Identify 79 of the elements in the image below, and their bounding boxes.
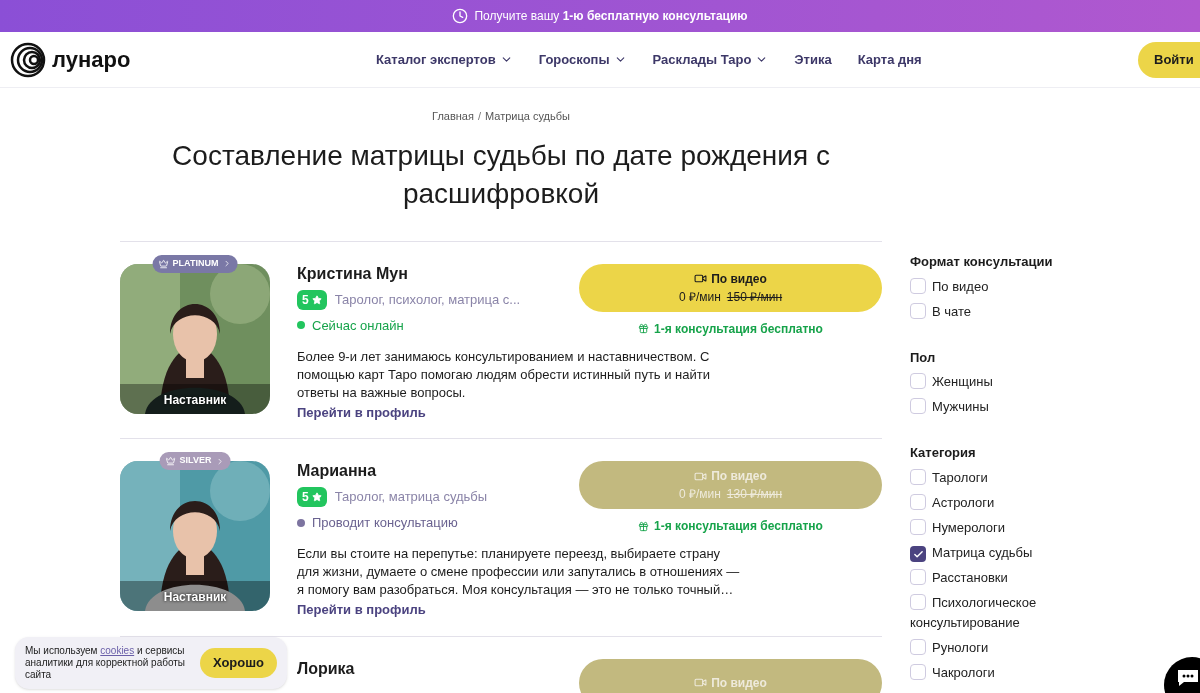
video-call-button[interactable]: По видео 0 ₽/мин 150 ₽/мин [579, 263, 882, 312]
logo-icon [10, 41, 46, 78]
video-icon [694, 272, 708, 285]
filter-option[interactable]: Тарологи [910, 467, 1110, 488]
chevron-right-icon [215, 456, 225, 466]
filter-option[interactable]: В чате [910, 301, 1110, 322]
filter-option[interactable]: По видео [910, 276, 1110, 297]
cookies-link[interactable]: cookies [100, 645, 135, 656]
expert-description: Более 9-и лет занимаюсь консультированием и наставничеством. С помощью карт Таро помогаю людям обрести истинный путь и найти ответы на важные вопросы. [297, 347, 711, 402]
checkbox[interactable] [910, 518, 926, 535]
expert-name: Кристина Мун [297, 263, 409, 284]
cookie-text: Мы используем cookies и сервисы аналитики для корректной работы сайта [25, 645, 187, 681]
checkbox[interactable] [910, 277, 926, 294]
clock-icon [452, 8, 469, 24]
nav-link[interactable]: Этика [794, 49, 832, 70]
filter-option[interactable]: Рунологи [910, 637, 1110, 658]
check-icon [912, 548, 924, 560]
checkbox[interactable] [910, 468, 926, 485]
specialties: Таролог, матрица судьбы [334, 488, 488, 507]
checkbox[interactable] [910, 302, 926, 319]
breadcrumb-link[interactable]: Главная [432, 108, 474, 125]
price: 0 ₽/мин [678, 486, 721, 503]
chat-icon [1176, 669, 1200, 687]
free-consultation-note: 1-я консультация бесплатно [638, 517, 823, 535]
filter-option[interactable]: Матрица судьбы [910, 542, 1110, 563]
specialties: Таролог, психолог, матрица с... [334, 290, 521, 309]
page-title: Составление матрицы судьбы по дате рождения с расшифровкой [171, 138, 831, 211]
checkbox[interactable] [910, 663, 926, 680]
login-button[interactable]: Войти [1138, 41, 1200, 78]
video-icon [694, 676, 708, 689]
gift-icon [638, 323, 650, 334]
filter-option[interactable]: Мужчины [910, 397, 1110, 417]
filter-option[interactable]: Расстановки [910, 567, 1110, 588]
rating-badge: 5 [297, 487, 327, 507]
filter-option[interactable]: Нумерологи [910, 517, 1110, 538]
crown-icon [158, 258, 169, 269]
filter-heading: Формат консультации [910, 253, 1054, 271]
photo-label: Наставник [163, 391, 227, 409]
gift-icon [638, 520, 650, 532]
filter-option[interactable]: Женщины [910, 372, 1110, 392]
old-price: 130 ₽/мин [726, 486, 783, 503]
profile-link[interactable]: Перейти в профиль [297, 402, 426, 422]
tier-badge[interactable]: PLATINUM [152, 254, 238, 273]
free-consultation-note: 1-я консультация бесплатно [638, 319, 823, 338]
checkbox[interactable] [910, 638, 926, 655]
old-price: 150 ₽/мин [726, 288, 783, 306]
expert-name: Лорика [297, 658, 355, 679]
nav-link[interactable]: Гороскопы [538, 49, 627, 70]
filter-option[interactable]: Чакрологи [910, 662, 1110, 683]
promo-banner[interactable]: Получите вашу 1-ю бесплатную консультацию [0, 0, 1200, 32]
breadcrumb-separator: / [477, 109, 481, 124]
checkbox[interactable] [910, 546, 926, 562]
expert-description: Если вы стоите на перепутье: планируете переезд, выбираете страну для жизни, думаете о смене профессии или запутались в отношениях — я помогу вам разобраться. Моя консультация — это не только точный… [297, 545, 741, 599]
status-text: Сейчас онлайн [312, 316, 404, 335]
filter-heading: Категория [910, 444, 977, 462]
checkbox[interactable] [910, 373, 926, 389]
expert-name: Марианна [297, 461, 378, 481]
chevron-right-icon [222, 259, 232, 268]
crown-icon [165, 456, 176, 466]
filter-option[interactable]: Астрологи [910, 492, 1110, 513]
profile-link[interactable]: Перейти в профиль [297, 600, 426, 620]
star-icon [311, 294, 322, 305]
nav-link[interactable]: Расклады Таро [652, 49, 769, 70]
checkbox[interactable] [910, 593, 926, 610]
photo-label: Наставник [163, 589, 227, 606]
nav-link[interactable]: Каталог экспертов [376, 49, 513, 70]
logo-text[interactable]: лунаро [52, 43, 131, 76]
checkbox[interactable] [910, 398, 926, 414]
breadcrumb-link[interactable]: Матрица судьбы [485, 108, 570, 125]
checkbox[interactable] [910, 568, 926, 585]
filter-heading: Пол [910, 348, 937, 367]
nav-link[interactable]: Карта дня [857, 49, 922, 70]
status-text: Проводит консультацию [312, 514, 458, 532]
star-icon [311, 492, 322, 502]
rating-badge: 5 [297, 289, 327, 310]
accept-cookies-button[interactable]: Хорошо [199, 648, 277, 678]
filter-option[interactable]: Психологическое консультирование [910, 592, 1110, 633]
checkbox[interactable] [910, 493, 926, 510]
price: 0 ₽/мин [678, 288, 721, 306]
